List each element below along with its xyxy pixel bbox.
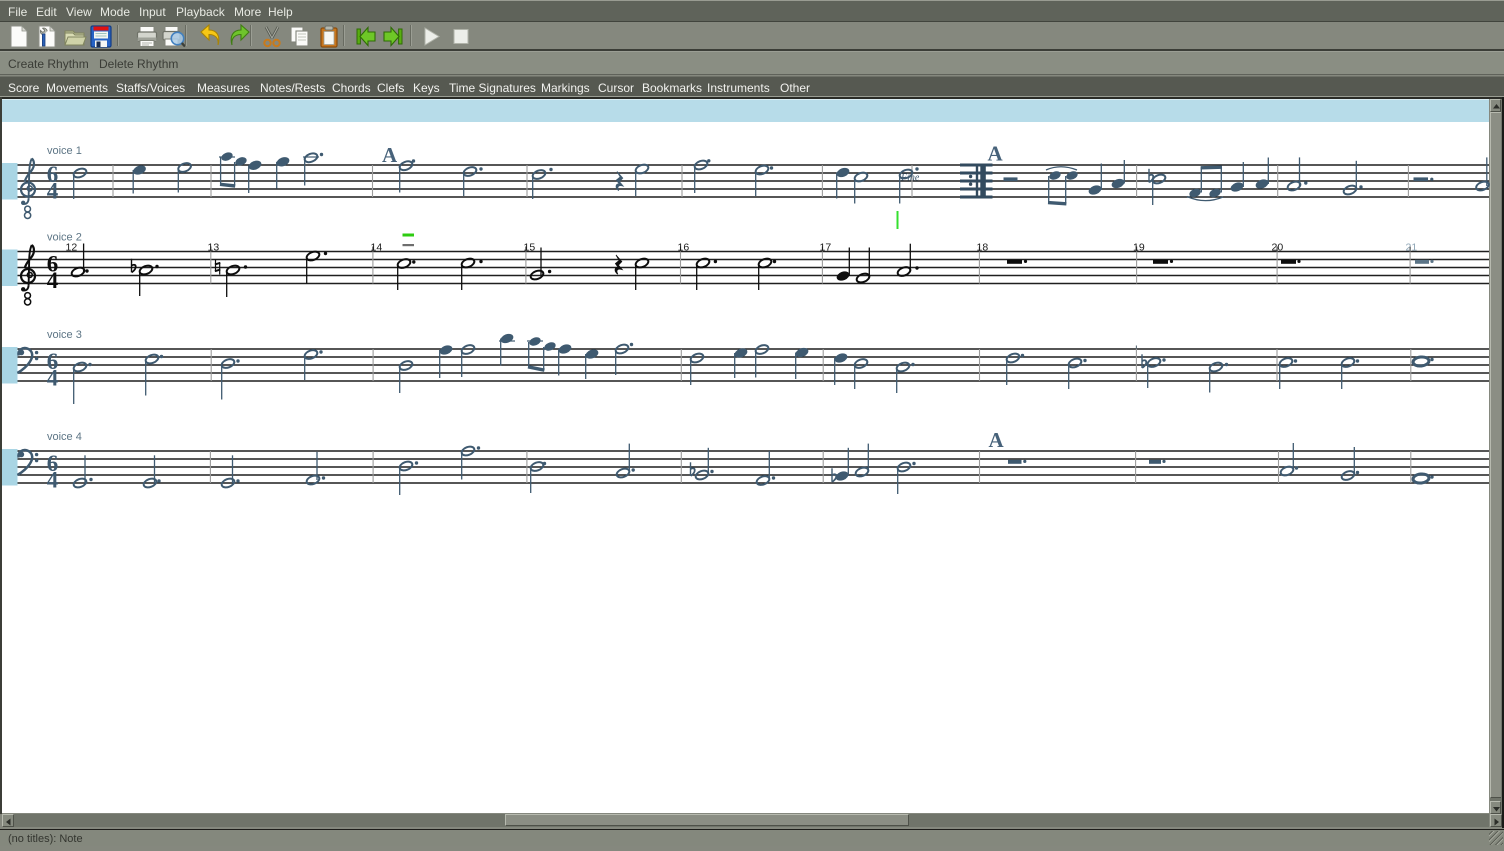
svg-text:Fine: Fine: [900, 173, 920, 184]
svg-text:4: 4: [47, 178, 59, 203]
svg-text:4: 4: [47, 467, 59, 492]
svg-text:4: 4: [47, 365, 59, 390]
svg-text:19: 19: [1133, 241, 1145, 253]
svg-text:A: A: [382, 143, 398, 167]
svg-text:A: A: [989, 428, 1005, 452]
svg-text:21: 21: [1406, 241, 1418, 253]
svg-text:13: 13: [208, 241, 220, 253]
svg-text:voice 1: voice 1: [47, 145, 82, 157]
svg-text:17: 17: [820, 241, 832, 253]
svg-text:voice 3: voice 3: [47, 329, 82, 341]
svg-text:12: 12: [66, 241, 78, 253]
svg-text:15: 15: [524, 241, 536, 253]
svg-text:20: 20: [1272, 241, 1284, 253]
svg-text:4: 4: [47, 268, 59, 293]
svg-text:A: A: [988, 142, 1004, 166]
svg-text:voice 4: voice 4: [47, 431, 82, 443]
svg-text:18: 18: [977, 241, 989, 253]
svg-text:16: 16: [678, 241, 690, 253]
svg-text:14: 14: [371, 241, 383, 253]
